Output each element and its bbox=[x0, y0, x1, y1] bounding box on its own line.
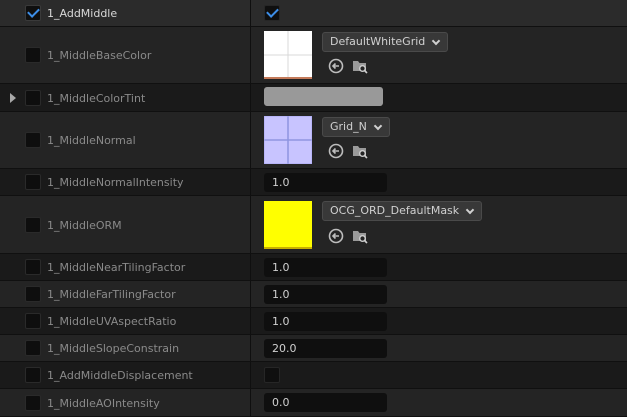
browse-folder-icon[interactable] bbox=[352, 143, 368, 159]
row-middle-color-tint: 1_MiddleColorTint bbox=[0, 84, 627, 112]
texture-asset-dropdown[interactable]: DefaultWhiteGrid bbox=[322, 32, 449, 52]
row-name-cell: 1_AddMiddle bbox=[0, 0, 251, 26]
param-label: 1_MiddleSlopeConstrain bbox=[47, 342, 180, 355]
normal-intensity-input[interactable]: 1.0 bbox=[264, 173, 387, 192]
row-add-middle-displacement: 1_AddMiddleDisplacement bbox=[0, 362, 627, 389]
texture-asset-dropdown[interactable]: Grid_N bbox=[322, 117, 390, 137]
row-value-cell: DefaultWhiteGrid bbox=[252, 27, 627, 83]
param-label: 1_AddMiddleDisplacement bbox=[47, 369, 193, 382]
row-value-cell bbox=[252, 84, 627, 111]
slope-constrain-input[interactable]: 20.0 bbox=[264, 339, 387, 358]
row-value-cell: Grid_N bbox=[252, 112, 627, 168]
expand-arrow-icon[interactable] bbox=[10, 93, 16, 103]
override-checkbox[interactable] bbox=[25, 259, 41, 275]
row-middle-normal: 1_MiddleNormal Grid_N bbox=[0, 112, 627, 169]
row-middle-far-tiling-factor: 1_MiddleFarTilingFactor 1.0 bbox=[0, 281, 627, 308]
override-checkbox[interactable] bbox=[25, 5, 41, 21]
row-middle-normal-intensity: 1_MiddleNormalIntensity 1.0 bbox=[0, 169, 627, 196]
row-name-cell: 1_MiddleNearTilingFactor bbox=[0, 254, 251, 280]
param-label: 1_MiddleNormalIntensity bbox=[47, 176, 184, 189]
row-middle-orm: 1_MiddleORM OCG_ORD_DefaultMask bbox=[0, 196, 627, 254]
reset-arrow-icon[interactable] bbox=[328, 143, 344, 159]
texture-asset-dropdown[interactable]: OCG_ORD_DefaultMask bbox=[322, 201, 483, 221]
row-value-cell: 1.0 bbox=[252, 254, 627, 280]
reset-arrow-icon[interactable] bbox=[328, 228, 344, 244]
reset-arrow-icon[interactable] bbox=[328, 58, 344, 74]
row-name-cell: 1_MiddleNormal bbox=[0, 112, 251, 168]
row-name-cell: 1_AddMiddleDisplacement bbox=[0, 362, 251, 388]
override-checkbox[interactable] bbox=[25, 313, 41, 329]
row-middle-ao-intensity: 1_MiddleAOIntensity 0.0 bbox=[0, 389, 627, 417]
color-tint-swatch[interactable] bbox=[264, 87, 383, 106]
override-checkbox[interactable] bbox=[25, 340, 41, 356]
chevron-down-icon bbox=[373, 121, 383, 131]
param-label: 1_MiddleNearTilingFactor bbox=[47, 261, 186, 274]
param-label: 1_MiddleFarTilingFactor bbox=[47, 288, 176, 301]
row-value-cell bbox=[252, 362, 627, 388]
texture-asset-name: OCG_ORD_DefaultMask bbox=[330, 204, 460, 217]
material-parameters-panel: 1_AddMiddle 1_MiddleBaseColor DefaultWhi… bbox=[0, 0, 627, 417]
browse-folder-icon[interactable] bbox=[352, 58, 368, 74]
row-value-cell: 1.0 bbox=[252, 308, 627, 334]
row-name-cell: 1_MiddleColorTint bbox=[0, 84, 251, 111]
override-checkbox[interactable] bbox=[25, 90, 41, 106]
param-label: 1_MiddleColorTint bbox=[47, 92, 146, 105]
browse-folder-icon[interactable] bbox=[352, 228, 368, 244]
row-value-cell: 1.0 bbox=[252, 281, 627, 307]
row-middle-slope-constrain: 1_MiddleSlopeConstrain 20.0 bbox=[0, 335, 627, 362]
add-middle-value-checkbox[interactable] bbox=[264, 5, 280, 21]
near-tiling-factor-input[interactable]: 1.0 bbox=[264, 258, 387, 277]
override-checkbox[interactable] bbox=[25, 367, 41, 383]
override-checkbox[interactable] bbox=[25, 174, 41, 190]
row-middle-base-color: 1_MiddleBaseColor DefaultWhiteGrid bbox=[0, 27, 627, 84]
row-add-middle: 1_AddMiddle bbox=[0, 0, 627, 27]
chevron-down-icon bbox=[465, 205, 475, 215]
param-label: 1_MiddleNormal bbox=[47, 134, 136, 147]
texture-asset-name: DefaultWhiteGrid bbox=[330, 35, 426, 48]
param-label: 1_MiddleUVAspectRatio bbox=[47, 315, 177, 328]
uv-aspect-ratio-input[interactable]: 1.0 bbox=[264, 312, 387, 331]
texture-thumbnail-white-grid[interactable] bbox=[264, 31, 312, 79]
row-name-cell: 1_MiddleAOIntensity bbox=[0, 389, 251, 416]
row-name-cell: 1_MiddleUVAspectRatio bbox=[0, 308, 251, 334]
param-label: 1_MiddleORM bbox=[47, 219, 122, 232]
row-value-cell: 20.0 bbox=[252, 335, 627, 361]
chevron-down-icon bbox=[432, 36, 441, 46]
override-checkbox[interactable] bbox=[25, 395, 41, 411]
far-tiling-factor-input[interactable]: 1.0 bbox=[264, 285, 387, 304]
row-value-cell bbox=[252, 0, 627, 26]
param-label: 1_MiddleBaseColor bbox=[47, 49, 152, 62]
row-middle-uv-aspect-ratio: 1_MiddleUVAspectRatio 1.0 bbox=[0, 308, 627, 335]
override-checkbox[interactable] bbox=[25, 286, 41, 302]
row-middle-near-tiling-factor: 1_MiddleNearTilingFactor 1.0 bbox=[0, 254, 627, 281]
row-name-cell: 1_MiddleORM bbox=[0, 196, 251, 253]
row-name-cell: 1_MiddleNormalIntensity bbox=[0, 169, 251, 195]
row-value-cell: 1.0 bbox=[252, 169, 627, 195]
param-label: 1_MiddleAOIntensity bbox=[47, 397, 160, 410]
override-checkbox[interactable] bbox=[25, 47, 41, 63]
texture-thumbnail-normal-grid[interactable] bbox=[264, 116, 312, 164]
add-middle-displacement-checkbox[interactable] bbox=[264, 367, 280, 383]
row-name-cell: 1_MiddleSlopeConstrain bbox=[0, 335, 251, 361]
row-name-cell: 1_MiddleBaseColor bbox=[0, 27, 251, 83]
row-value-cell: OCG_ORD_DefaultMask bbox=[252, 196, 627, 253]
ao-intensity-input[interactable]: 0.0 bbox=[264, 393, 387, 412]
param-label: 1_AddMiddle bbox=[47, 7, 118, 20]
texture-asset-name: Grid_N bbox=[330, 120, 367, 133]
texture-thumbnail-orm[interactable] bbox=[264, 201, 312, 249]
override-checkbox[interactable] bbox=[25, 217, 41, 233]
override-checkbox[interactable] bbox=[25, 132, 41, 148]
row-name-cell: 1_MiddleFarTilingFactor bbox=[0, 281, 251, 307]
row-value-cell: 0.0 bbox=[252, 389, 627, 416]
